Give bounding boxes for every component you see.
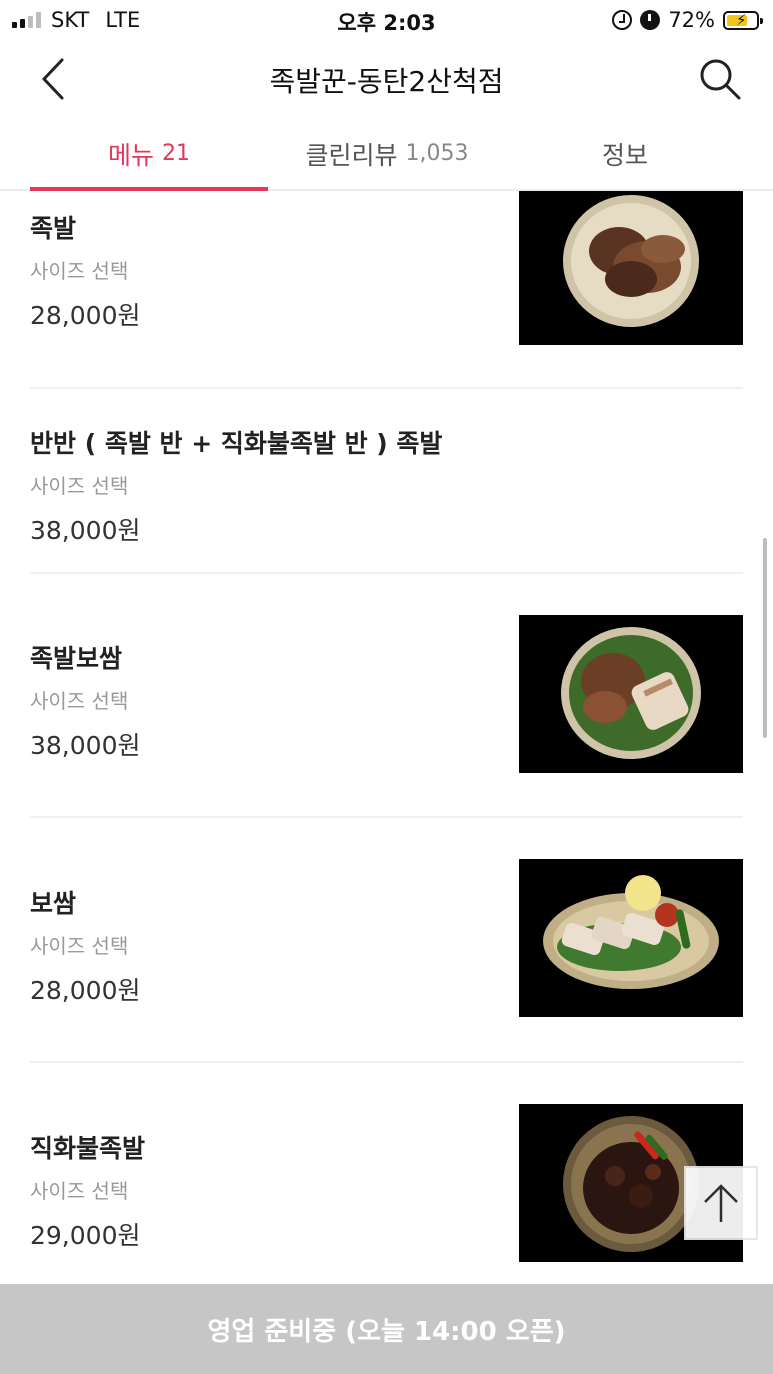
tab-bar: 메뉴 21 클린리뷰 1,053 정보: [0, 116, 773, 191]
tab-review-label: 클린리뷰: [305, 140, 398, 170]
order-status-bar[interactable]: 영업 준비중 (오늘 14:00 오픈): [0, 1284, 773, 1374]
menu-item-name: 반반 ( 족발 반 + 직화불족발 반 ) 족발: [30, 429, 443, 458]
menu-divider: [30, 1061, 743, 1063]
scrollbar[interactable]: [763, 538, 767, 738]
tab-review-count: 1,053: [405, 141, 469, 166]
tab-menu[interactable]: 메뉴 21: [30, 116, 268, 191]
tab-menu-count: 21: [162, 141, 190, 166]
tab-info-label: 정보: [601, 140, 648, 170]
search-button[interactable]: [695, 54, 745, 104]
arrow-up-icon: [704, 1184, 738, 1222]
status-bar-right: 72% ⚡: [612, 8, 763, 32]
menu-item-banban[interactable]: 반반 ( 족발 반 + 직화불족발 반 ) 족발 사이즈 선택 38,000원: [30, 424, 743, 547]
rotation-lock-icon: [612, 10, 633, 30]
tab-info[interactable]: 정보: [506, 116, 744, 191]
menu-divider: [30, 572, 743, 574]
back-arrow-icon: [42, 58, 64, 100]
menu-divider: [30, 387, 743, 389]
menu-item-photo[interactable]: [519, 615, 743, 773]
dish-photo-jokbal: [563, 195, 699, 327]
scroll-top-button[interactable]: [684, 1166, 758, 1240]
header: 족발꾼-동탄2산척점: [0, 40, 773, 116]
menu-divider: [30, 816, 743, 818]
tab-menu-label: 메뉴: [107, 140, 154, 170]
alarm-icon: [640, 10, 661, 30]
dish-photo-bossam: [543, 875, 719, 989]
order-status-label: 영업 준비중 (오늘 14:00 오픈): [207, 1316, 566, 1347]
menu-list[interactable]: 족발 사이즈 선택 28,000원 반반 ( 족발 반 + 직화불족발 반 ) …: [0, 191, 773, 1284]
tab-clean-review[interactable]: 클린리뷰 1,053: [268, 116, 506, 191]
back-button[interactable]: [30, 54, 80, 104]
dish-photo-jokbal-bossam: [561, 627, 701, 759]
status-bar: SKT LTE 오후 2:03 72% ⚡: [0, 0, 773, 40]
menu-item-price: 38,000원: [30, 516, 141, 545]
menu-item-option: 사이즈 선택: [30, 474, 129, 498]
menu-item-photo[interactable]: [519, 191, 743, 345]
battery-percent: 72%: [668, 8, 715, 32]
battery-charging-icon: ⚡: [723, 10, 763, 30]
page-title: 족발꾼-동탄2산척점: [269, 65, 504, 98]
menu-item-photo[interactable]: [519, 859, 743, 1017]
search-icon: [700, 59, 741, 100]
